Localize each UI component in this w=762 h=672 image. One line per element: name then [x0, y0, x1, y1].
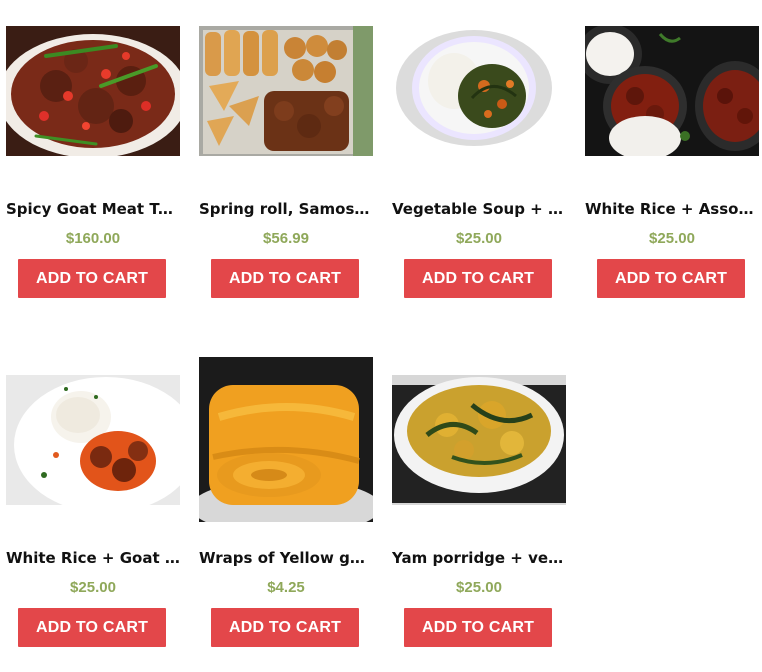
product-title-link[interactable]: Vegetable Soup + P...	[392, 198, 566, 220]
product-price: $25.00	[70, 579, 116, 596]
product-title-link[interactable]: Wraps of Yellow garri	[199, 547, 373, 569]
product-title-link[interactable]: Spring roll, Samosa,...	[199, 198, 373, 220]
product-card: Spring roll, Samosa,... $56.99 ADD TO CA…	[199, 8, 373, 318]
yellow-garri-wrap-image	[199, 357, 373, 522]
product-image-link[interactable]	[6, 8, 180, 173]
add-to-cart-button[interactable]: ADD TO CART	[404, 608, 552, 647]
product-title-link[interactable]: White Rice + Assort...	[585, 198, 759, 220]
white-rice-assorted-image	[585, 25, 759, 156]
product-price: $25.00	[456, 230, 502, 247]
product-image-link[interactable]	[392, 357, 566, 522]
product-price: $4.25	[267, 579, 305, 596]
product-card: Vegetable Soup + P... $25.00 ADD TO CART	[392, 8, 566, 318]
product-title-link[interactable]: White Rice + Goat ...	[6, 547, 180, 569]
product-image-link[interactable]	[199, 8, 373, 173]
product-title-link[interactable]: Spicy Goat Meat Tray	[6, 198, 180, 220]
product-card: Wraps of Yellow garri $4.25 ADD TO CART	[199, 357, 373, 667]
yam-porridge-image	[392, 374, 566, 505]
product-image-link[interactable]	[6, 357, 180, 522]
add-to-cart-button[interactable]: ADD TO CART	[211, 608, 359, 647]
product-price: $56.99	[263, 230, 309, 247]
add-to-cart-button[interactable]: ADD TO CART	[597, 259, 745, 298]
add-to-cart-button[interactable]: ADD TO CART	[404, 259, 552, 298]
product-card: White Rice + Goat ... $25.00 ADD TO CART	[6, 357, 180, 667]
product-grid: Spicy Goat Meat Tray $160.00 ADD TO CART	[0, 0, 762, 672]
add-to-cart-button[interactable]: ADD TO CART	[18, 608, 166, 647]
spicy-goat-meat-image	[6, 25, 180, 156]
product-image-link[interactable]	[585, 8, 759, 173]
vegetable-soup-image	[392, 25, 566, 156]
spring-roll-samosa-image	[199, 25, 373, 156]
product-card: Yam porridge + veg... $25.00 ADD TO CART	[392, 357, 566, 667]
product-price: $160.00	[65, 230, 121, 247]
product-price: $25.00	[649, 230, 695, 247]
product-card: White Rice + Assort... $25.00 ADD TO CAR…	[585, 8, 759, 318]
product-image-link[interactable]	[199, 357, 373, 522]
add-to-cart-button[interactable]: ADD TO CART	[18, 259, 166, 298]
add-to-cart-button[interactable]: ADD TO CART	[211, 259, 359, 298]
white-rice-goat-image	[6, 374, 180, 505]
product-price: $25.00	[456, 579, 502, 596]
product-card: Spicy Goat Meat Tray $160.00 ADD TO CART	[6, 8, 180, 318]
product-image-link[interactable]	[392, 8, 566, 173]
product-title-link[interactable]: Yam porridge + veg...	[392, 547, 566, 569]
